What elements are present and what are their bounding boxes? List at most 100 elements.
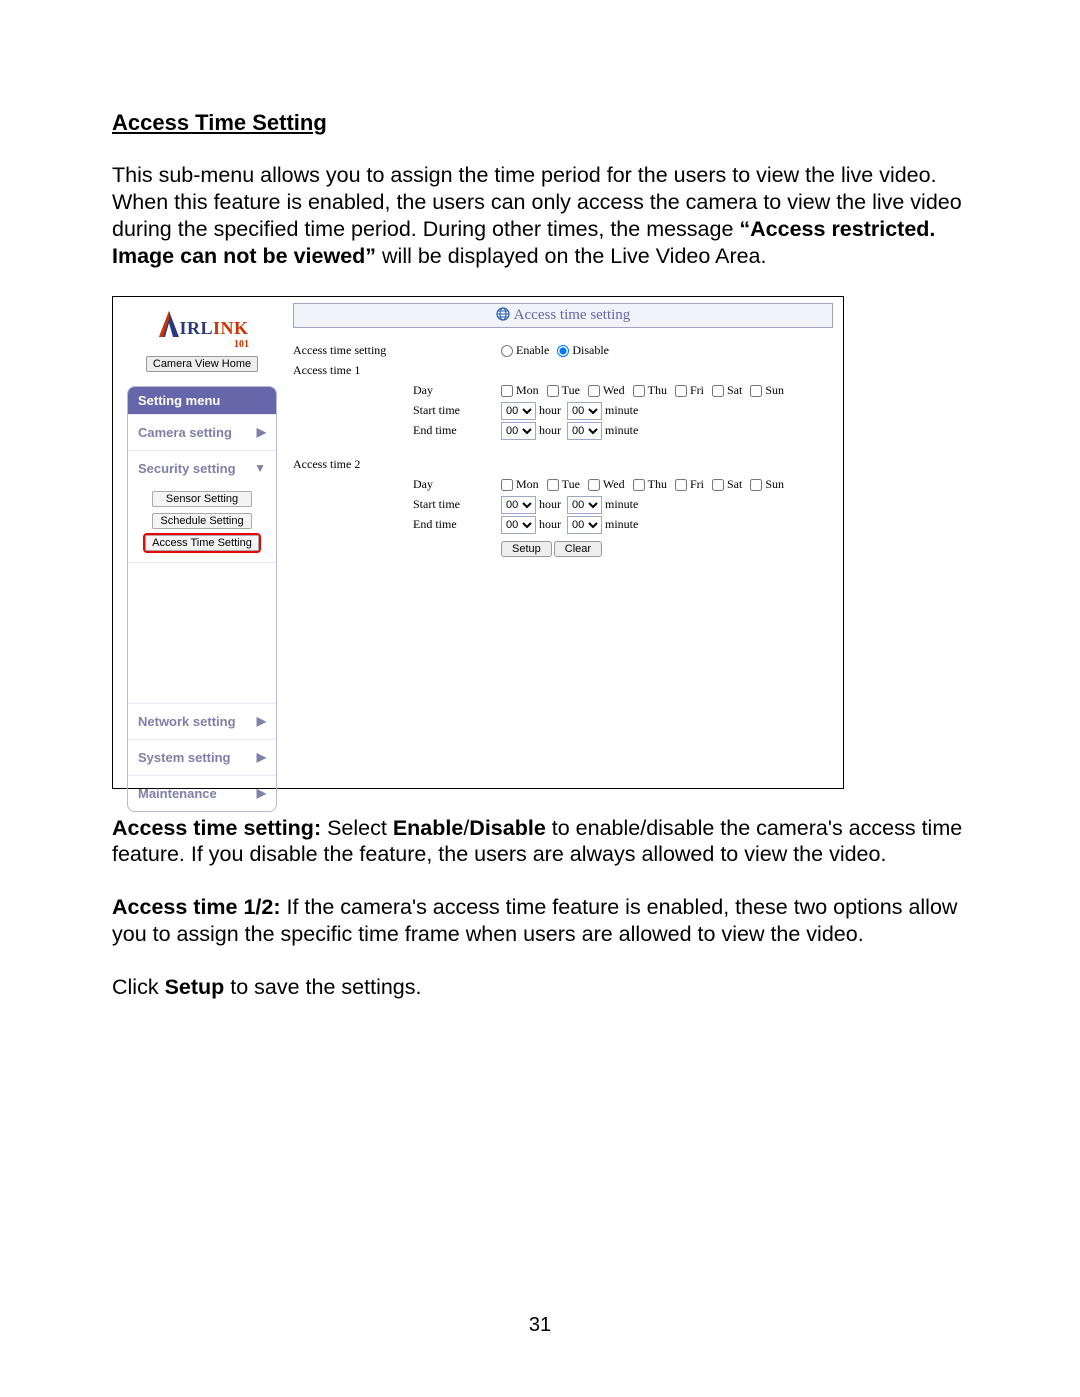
clear-button[interactable]: Clear — [554, 541, 602, 557]
chevron-right-icon: ▶ — [257, 750, 266, 764]
sidebar: IRLINK 101 Camera View Home Setting menu… — [127, 303, 277, 812]
settings-menu: Setting menu Camera setting ▶ Security s… — [127, 386, 277, 812]
day-fri: Fri — [690, 477, 704, 492]
end-minute-select-2[interactable]: 00 — [567, 516, 602, 534]
ui-screenshot: IRLINK 101 Camera View Home Setting menu… — [112, 296, 844, 789]
bold-disable: Disable — [469, 816, 545, 840]
day-sun: Sun — [765, 383, 784, 398]
label-start-time: Start time — [413, 403, 501, 418]
checkbox-mon-1[interactable] — [501, 385, 513, 397]
label-hour: hour — [539, 517, 561, 532]
settings-form: Access time setting Enable Disable Acces… — [293, 328, 833, 558]
def-access-time-12: Access time 1/2: — [112, 895, 281, 919]
day-sat: Sat — [727, 383, 742, 398]
def-access-time-setting: Access time setting: — [112, 816, 321, 840]
setup-button[interactable]: Setup — [501, 541, 552, 557]
checkbox-tue-2[interactable] — [547, 479, 559, 491]
logo-text-1: IRL — [179, 318, 213, 338]
schedule-setting-button[interactable]: Schedule Setting — [152, 513, 252, 529]
menu-item-security-setting[interactable]: Security setting ▼ — [128, 450, 276, 486]
pane-title-bar: Access time setting — [293, 303, 833, 328]
day-sun: Sun — [765, 477, 784, 492]
chevron-down-icon: ▼ — [254, 461, 266, 475]
day-tue: Tue — [562, 477, 580, 492]
day-wed: Wed — [603, 477, 625, 492]
menu-item-camera-setting[interactable]: Camera setting ▶ — [128, 414, 276, 450]
text: to save the settings. — [224, 975, 421, 999]
menu-item-label: Maintenance — [138, 786, 217, 801]
section-heading: Access Time Setting — [112, 110, 980, 136]
checkbox-thu-2[interactable] — [633, 479, 645, 491]
label-day: Day — [413, 383, 501, 398]
label-access-time-setting: Access time setting — [293, 343, 413, 358]
checkbox-fri-1[interactable] — [675, 385, 687, 397]
day-thu: Thu — [648, 383, 667, 398]
menu-item-system-setting[interactable]: System setting ▶ — [128, 739, 276, 775]
start-hour-select-1[interactable]: 00 — [501, 402, 536, 420]
text: Select — [321, 816, 393, 840]
day-checkbox-row-1: Mon Tue Wed Thu Fri Sat Sun — [501, 383, 833, 398]
checkbox-wed-2[interactable] — [588, 479, 600, 491]
day-thu: Thu — [648, 477, 667, 492]
menu-item-label: Camera setting — [138, 425, 232, 440]
menu-item-label: System setting — [138, 750, 230, 765]
label-minute: minute — [605, 423, 638, 438]
label-access-time-1: Access time 1 — [293, 363, 413, 378]
day-mon: Mon — [516, 477, 539, 492]
checkbox-sat-2[interactable] — [712, 479, 724, 491]
day-wed: Wed — [603, 383, 625, 398]
enable-label: Enable — [516, 343, 549, 358]
bold-enable: Enable — [393, 816, 464, 840]
label-hour: hour — [539, 423, 561, 438]
menu-item-label: Network setting — [138, 714, 236, 729]
logo-subtext: 101 — [127, 339, 277, 350]
start-minute-select-1[interactable]: 00 — [567, 402, 602, 420]
intro-text-2: will be displayed on the Live Video Area… — [376, 244, 766, 268]
day-sat: Sat — [727, 477, 742, 492]
checkbox-sat-1[interactable] — [712, 385, 724, 397]
end-minute-select-1[interactable]: 00 — [567, 422, 602, 440]
day-tue: Tue — [562, 383, 580, 398]
camera-view-home-button[interactable]: Camera View Home — [146, 356, 258, 372]
label-start-time: Start time — [413, 497, 501, 512]
label-hour: hour — [539, 497, 561, 512]
brand-logo: IRLINK — [127, 303, 277, 343]
checkbox-thu-1[interactable] — [633, 385, 645, 397]
intro-paragraph: This sub-menu allows you to assign the t… — [112, 162, 980, 270]
checkbox-sun-2[interactable] — [750, 479, 762, 491]
checkbox-tue-1[interactable] — [547, 385, 559, 397]
text: Click — [112, 975, 165, 999]
globe-icon — [496, 307, 510, 321]
sensor-setting-button[interactable]: Sensor Setting — [152, 491, 252, 507]
label-hour: hour — [539, 403, 561, 418]
disable-label: Disable — [572, 343, 609, 358]
chevron-right-icon: ▶ — [257, 714, 266, 728]
menu-spacer — [128, 562, 276, 703]
start-minute-select-2[interactable]: 00 — [567, 496, 602, 514]
day-fri: Fri — [690, 383, 704, 398]
logo-text-2: INK — [213, 318, 249, 338]
enable-radio[interactable] — [501, 345, 513, 357]
bold-setup: Setup — [165, 975, 225, 999]
content-pane: Access time setting Access time setting … — [293, 303, 833, 560]
chevron-right-icon: ▶ — [257, 786, 266, 800]
security-submenu: Sensor Setting Schedule Setting Access T… — [128, 486, 276, 562]
checkbox-sun-1[interactable] — [750, 385, 762, 397]
checkbox-mon-2[interactable] — [501, 479, 513, 491]
label-access-time-2: Access time 2 — [293, 457, 413, 472]
disable-radio[interactable] — [557, 345, 569, 357]
description-text: Access time setting: Select Enable/Disab… — [112, 815, 980, 1001]
menu-item-network-setting[interactable]: Network setting ▶ — [128, 703, 276, 739]
day-checkbox-row-2: Mon Tue Wed Thu Fri Sat Sun — [501, 477, 833, 492]
label-end-time: End time — [413, 517, 501, 532]
end-hour-select-2[interactable]: 00 — [501, 516, 536, 534]
menu-item-label: Security setting — [138, 461, 236, 476]
checkbox-fri-2[interactable] — [675, 479, 687, 491]
start-hour-select-2[interactable]: 00 — [501, 496, 536, 514]
label-minute: minute — [605, 403, 638, 418]
label-day: Day — [413, 477, 501, 492]
menu-item-maintenance[interactable]: Maintenance ▶ — [128, 775, 276, 811]
end-hour-select-1[interactable]: 00 — [501, 422, 536, 440]
checkbox-wed-1[interactable] — [588, 385, 600, 397]
access-time-setting-button[interactable]: Access Time Setting — [145, 535, 259, 551]
